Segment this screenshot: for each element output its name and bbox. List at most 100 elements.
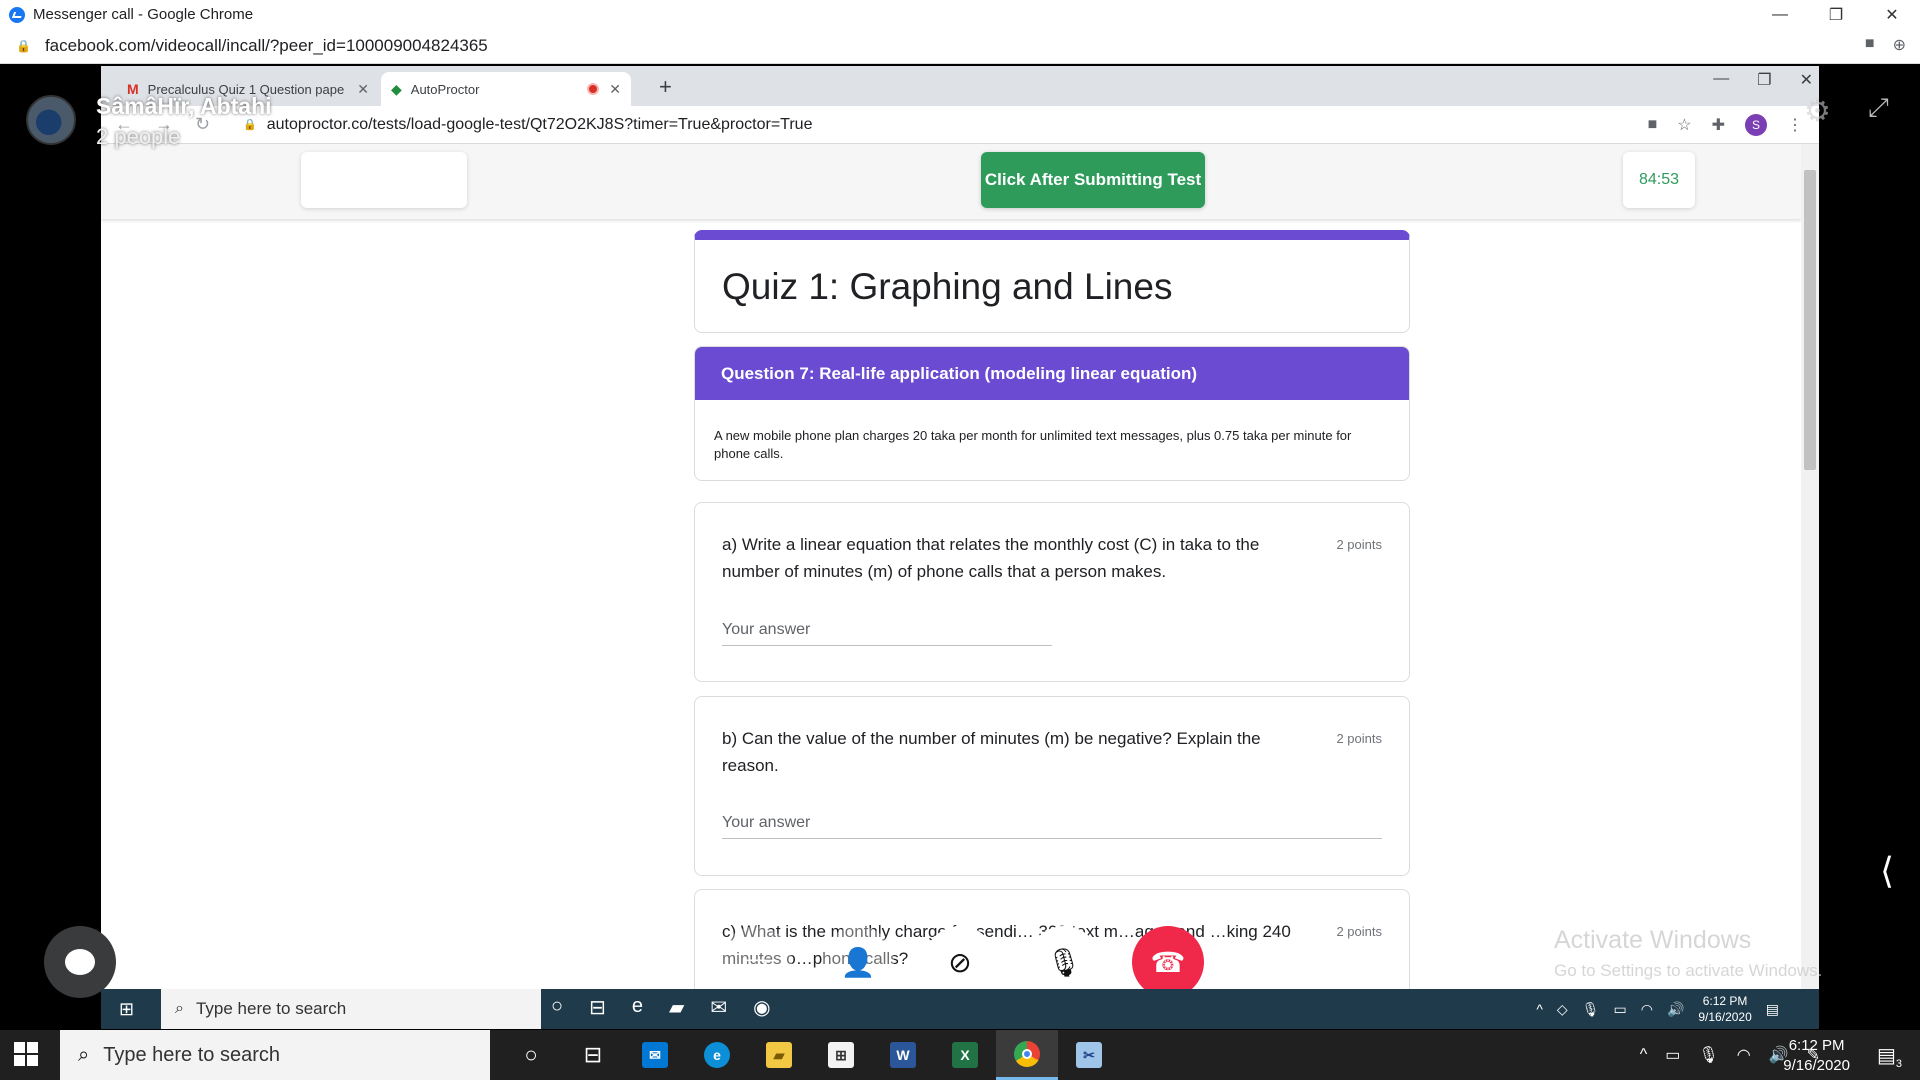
chevron-left-icon[interactable]: ⟨ bbox=[1880, 850, 1894, 892]
inner-clock[interactable]: 6:12 PM 9/16/2020 bbox=[1698, 993, 1751, 1025]
watermark-line2: Go to Settings to activate Windows. bbox=[1554, 961, 1823, 980]
inner-taskbar: ⊞ ⌕ Type here to search ○ ⊟ e ▰ ✉ ◉ ^ ◇ … bbox=[101, 989, 1819, 1029]
battery-icon[interactable]: ▭ bbox=[1665, 1045, 1680, 1065]
video-off-icon: ⊘ bbox=[948, 946, 972, 978]
expand-icon[interactable]: ⤢ bbox=[1868, 92, 1889, 124]
answer-input[interactable]: Your answer bbox=[722, 621, 1052, 646]
tab-label: AutoProctor bbox=[410, 81, 480, 97]
chrome-icon[interactable]: ◉ bbox=[753, 995, 770, 1020]
caller-avatar bbox=[26, 95, 76, 145]
cortana-icon[interactable]: ○ bbox=[551, 995, 563, 1020]
mail-icon[interactable]: ✉ bbox=[710, 995, 727, 1020]
timer: 84:53 bbox=[1623, 152, 1695, 208]
mic-icon[interactable]: 🎙 bbox=[1582, 1001, 1600, 1018]
minimize-button[interactable]: — bbox=[1752, 0, 1808, 29]
menu-icon[interactable]: ⋮ bbox=[1787, 115, 1803, 135]
outer-url[interactable]: facebook.com/videocall/incall/?peer_id=1… bbox=[45, 36, 488, 56]
store-icon[interactable]: ⊞ bbox=[810, 1030, 872, 1080]
question-text: a) Write a linear equation that relates … bbox=[722, 535, 1260, 581]
person-icon: 👤 bbox=[840, 946, 876, 978]
submit-test-button[interactable]: Click After Submitting Test bbox=[981, 152, 1205, 208]
maximize-button[interactable]: ❐ bbox=[1808, 0, 1864, 29]
share-screen-icon: ▭ bbox=[742, 946, 770, 978]
inner-search-box[interactable]: ⌕ Type here to search bbox=[161, 989, 541, 1029]
extensions-icon[interactable]: ✚ bbox=[1712, 115, 1725, 135]
video-toggle-button[interactable]: ⊘ bbox=[924, 926, 996, 998]
gear-icon[interactable]: ⚙ bbox=[1804, 94, 1831, 129]
inner-maximize-button[interactable]: ❐ bbox=[1757, 70, 1771, 90]
cortana-icon[interactable]: ○ bbox=[500, 1030, 562, 1080]
windows-start-icon[interactable]: ⊞ bbox=[119, 999, 134, 1020]
chat-button[interactable] bbox=[44, 926, 116, 998]
inner-close-button[interactable]: ✕ bbox=[1800, 70, 1813, 90]
autoproctor-logo-box bbox=[301, 152, 467, 208]
mute-button[interactable]: 🎙 bbox=[1028, 926, 1100, 998]
edge-icon[interactable]: e bbox=[632, 995, 643, 1020]
star-icon[interactable]: ☆ bbox=[1677, 115, 1691, 135]
outer-address-bar[interactable]: 🔒 facebook.com/videocall/incall/?peer_id… bbox=[0, 29, 1920, 64]
inner-date: 9/16/2020 bbox=[1698, 1010, 1752, 1024]
windows-start-icon[interactable] bbox=[14, 1042, 38, 1066]
file-explorer-icon[interactable]: ▰ bbox=[748, 1030, 810, 1080]
question-card: a) Write a linear equation that relates … bbox=[694, 502, 1410, 682]
zoom-icon[interactable]: ⊕ bbox=[1893, 35, 1906, 55]
tray-chevron-icon[interactable]: ^ bbox=[1536, 1001, 1543, 1017]
search-placeholder: Type here to search bbox=[103, 1043, 280, 1066]
tab-close-icon[interactable]: ✕ bbox=[357, 81, 369, 98]
window-title: Messenger call - Google Chrome bbox=[33, 6, 254, 23]
camera-icon[interactable]: ■ bbox=[1648, 116, 1658, 134]
share-screen-button[interactable]: ▭ bbox=[720, 926, 792, 998]
task-view-icon[interactable]: ⊟ bbox=[589, 995, 606, 1020]
notification-center-icon[interactable]: ▤3 bbox=[1877, 1043, 1902, 1070]
section-title: Question 7: Real-life application (model… bbox=[695, 347, 1409, 400]
messenger-icon bbox=[9, 6, 25, 23]
volume-icon[interactable]: 🔊 bbox=[1667, 1001, 1684, 1018]
taskbar-search-box[interactable]: ⌕ Type here to search bbox=[60, 1030, 490, 1080]
battery-icon[interactable]: ▭ bbox=[1613, 1001, 1626, 1018]
wifi-icon[interactable]: ◠ bbox=[1641, 1001, 1653, 1018]
answer-input[interactable]: Your answer bbox=[722, 814, 1382, 839]
question-text: b) Can the value of the number of minute… bbox=[722, 729, 1261, 775]
camera-icon[interactable]: ■ bbox=[1865, 35, 1875, 55]
tray-chevron-icon[interactable]: ^ bbox=[1640, 1046, 1648, 1064]
tab-autoproctor[interactable]: ◆ AutoProctor ✕ bbox=[381, 72, 631, 106]
autoproctor-icon: ◆ bbox=[391, 80, 402, 97]
caller-name: SâmâHïr, Abtahi bbox=[96, 93, 272, 119]
word-icon[interactable]: W bbox=[872, 1030, 934, 1080]
file-explorer-icon[interactable]: ▰ bbox=[669, 995, 684, 1020]
task-view-icon[interactable]: ⊟ bbox=[562, 1030, 624, 1080]
new-tab-button[interactable]: + bbox=[659, 74, 672, 100]
wifi-icon[interactable]: ◠ bbox=[1737, 1045, 1751, 1065]
search-placeholder: Type here to search bbox=[195, 999, 347, 1018]
watermark-line1: Activate Windows bbox=[1554, 926, 1752, 954]
question-card: b) Can the value of the number of minute… bbox=[694, 696, 1410, 876]
inner-url[interactable]: autoproctor.co/tests/load-google-test/Qt… bbox=[267, 116, 813, 134]
add-people-button[interactable]: 👤 bbox=[822, 926, 894, 998]
inner-tab-strip: M Precalculus Quiz 1 Question pape ✕ ◆ A… bbox=[101, 66, 1819, 106]
question-text: c) What is the monthly charge for sendi…… bbox=[722, 922, 1291, 968]
question-points: 2 points bbox=[1336, 537, 1382, 552]
close-button[interactable]: ✕ bbox=[1864, 0, 1920, 29]
mic-icon[interactable]: 🎙 bbox=[1698, 1045, 1718, 1065]
chrome-icon[interactable] bbox=[996, 1030, 1058, 1080]
end-call-button[interactable]: ☎ bbox=[1132, 926, 1204, 998]
scroll-thumb[interactable] bbox=[1804, 170, 1816, 470]
taskbar-clock[interactable]: 6:12 PM 9/16/2020 bbox=[1783, 1036, 1850, 1076]
tab-close-icon[interactable]: ✕ bbox=[609, 81, 621, 98]
edge-icon[interactable]: e bbox=[686, 1030, 748, 1080]
inner-minimize-button[interactable]: — bbox=[1713, 70, 1729, 90]
snip-icon[interactable]: ✂ bbox=[1058, 1030, 1120, 1080]
taskbar-date: 9/16/2020 bbox=[1783, 1057, 1850, 1074]
dropbox-icon[interactable]: ◇ bbox=[1557, 1001, 1568, 1018]
inner-address-bar[interactable]: ← → ↻ 🔒 autoproctor.co/tests/load-google… bbox=[101, 106, 1819, 144]
question-points: 2 points bbox=[1336, 731, 1382, 746]
profile-avatar[interactable]: S bbox=[1745, 114, 1767, 136]
hang-up-icon: ☎ bbox=[1150, 946, 1186, 978]
notification-icon[interactable]: ▤ bbox=[1766, 1001, 1779, 1018]
excel-icon[interactable]: X bbox=[934, 1030, 996, 1080]
scrollbar[interactable] bbox=[1801, 144, 1819, 1029]
outer-title-bar: Messenger call - Google Chrome — ❐ ✕ bbox=[0, 0, 1920, 29]
search-icon: ⌕ bbox=[78, 1043, 90, 1066]
mail-icon[interactable]: ✉ bbox=[624, 1030, 686, 1080]
shared-screen: M Precalculus Quiz 1 Question pape ✕ ◆ A… bbox=[101, 66, 1819, 1029]
